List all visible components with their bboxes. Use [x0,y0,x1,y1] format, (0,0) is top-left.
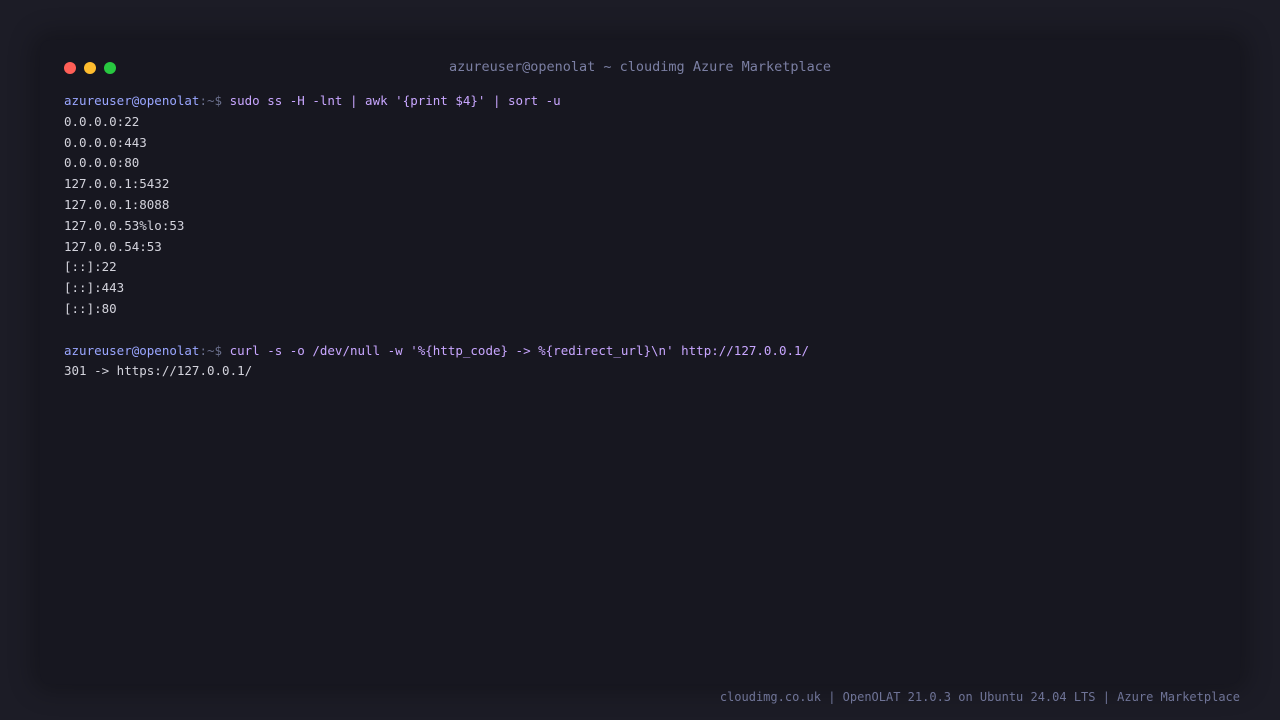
prompt-path: :~$ [199,342,223,358]
output-line: 0.0.0.0:443 [64,134,147,150]
output-line: 127.0.0.1:8088 [64,196,170,212]
output-line: [::]:80 [64,300,117,316]
footer-caption: cloudimg.co.uk | OpenOLAT 21.0.3 on Ubun… [719,690,1240,704]
title-bar: azureuser@openolat ~ cloudimg Azure Mark… [40,40,1240,96]
prompt-user: azureuser@openolat [64,342,200,358]
output-line: 0.0.0.0:80 [64,155,140,171]
output-line: 301 -> https://127.0.0.1/ [64,363,253,379]
terminal-window: azureuser@openolat ~ cloudimg Azure Mark… [40,40,1240,684]
output-line: 127.0.0.53%lo:53 [64,217,185,233]
output-line: [::]:22 [64,259,117,275]
output-line: 127.0.0.54:53 [64,238,162,254]
output-line: [::]:443 [64,280,125,296]
command-text: curl -s -o /dev/null -w '%{http_code} ->… [229,342,810,358]
prompt-path: :~$ [199,93,223,108]
command-text: sudo ss -H -lnt | awk '{print $4}' | sor… [229,93,561,108]
command-line: azureuser@openolat:~$ sudo ss -H -lnt | … [64,91,1214,112]
command-line: azureuser@openolat:~$ curl -s -o /dev/nu… [64,341,1214,362]
output-line: 127.0.0.1:5432 [64,176,170,192]
terminal-output[interactable]: azureuser@openolat:~$ sudo ss -H -lnt | … [64,91,1214,382]
window-title: azureuser@openolat ~ cloudimg Azure Mark… [448,59,831,75]
prompt-user: azureuser@openolat [64,93,200,108]
output-line: 0.0.0.0:22 [64,113,140,129]
